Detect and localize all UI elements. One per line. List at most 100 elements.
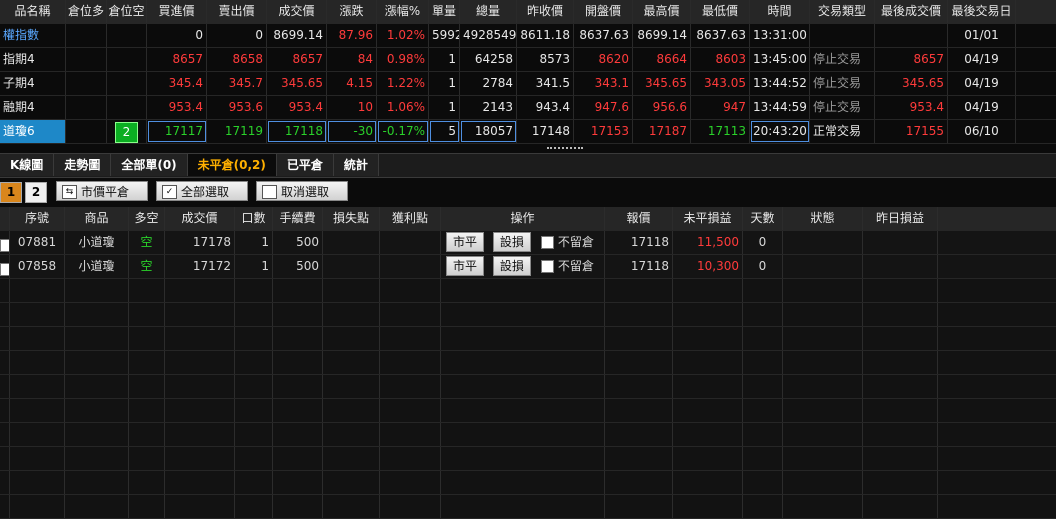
col-header-status[interactable]: 狀態 bbox=[783, 207, 863, 230]
empty-cell bbox=[605, 399, 673, 422]
quote-low: 343.05 bbox=[691, 72, 750, 95]
quote-row[interactable]: 子期4 345.4 345.7 345.65 4.15 1.22% 1 2784… bbox=[0, 72, 1056, 96]
market-close-row-button[interactable]: 市平 bbox=[446, 256, 485, 276]
deselect-all-button[interactable]: 取消選取 bbox=[256, 181, 348, 201]
col-header-ask[interactable]: 賣出價 bbox=[207, 0, 267, 23]
col-header-quote[interactable]: 報價 bbox=[605, 207, 673, 230]
col-header-vol[interactable]: 單量 bbox=[429, 0, 460, 23]
quote-row-selected[interactable]: 道瓊6 2 17117 17119 17118 -30 -0.17% 5 180… bbox=[0, 120, 1056, 144]
quote-low: 947 bbox=[691, 96, 750, 119]
empty-cell bbox=[273, 351, 323, 374]
quote-ask[interactable]: 17119 bbox=[207, 120, 267, 143]
empty-cell bbox=[441, 447, 605, 470]
select-all-button[interactable]: ✓ 全部選取 bbox=[156, 181, 248, 201]
empty-cell bbox=[673, 447, 743, 470]
page-1-button[interactable]: 1 bbox=[0, 182, 22, 203]
quote-vol: 5992 bbox=[429, 24, 460, 47]
quote-bid[interactable]: 17117 bbox=[147, 120, 207, 143]
col-header-low[interactable]: 最低價 bbox=[691, 0, 750, 23]
quote-total: 64258 bbox=[460, 48, 517, 71]
col-header-lastdate[interactable]: 最後交易日 bbox=[948, 0, 1016, 23]
col-header-qty[interactable]: 口數 bbox=[235, 207, 273, 230]
col-header-prev[interactable]: 昨收價 bbox=[517, 0, 574, 23]
row-select-checkbox[interactable] bbox=[0, 262, 9, 276]
no-overnight-label: 不留倉 bbox=[557, 259, 594, 273]
set-stoploss-button[interactable]: 設損 bbox=[492, 256, 531, 276]
col-header-short[interactable]: 倉位空 bbox=[107, 0, 147, 23]
col-header-operation[interactable]: 操作 bbox=[441, 207, 605, 230]
col-header-pct[interactable]: 漲幅% bbox=[377, 0, 429, 23]
col-header-lastprice[interactable]: 最後成交價 bbox=[875, 0, 948, 23]
col-header-long[interactable]: 倉位多 bbox=[66, 0, 107, 23]
quote-name[interactable]: 指期4 bbox=[0, 48, 66, 71]
row-select-checkbox[interactable] bbox=[0, 238, 9, 252]
quote-row[interactable]: 融期4 953.4 953.6 953.4 10 1.06% 1 2143 94… bbox=[0, 96, 1056, 120]
position-row[interactable]: 07881 小道瓊 空 17178 1 500 市平 設損 不留倉 17118 1… bbox=[0, 231, 1056, 255]
col-header-time[interactable]: 時間 bbox=[750, 0, 810, 23]
tab-all-orders[interactable]: 全部單(0) bbox=[111, 154, 188, 176]
quote-row[interactable]: 權指數 0 0 8699.14 87.96 1.02% 5992 4928549… bbox=[0, 24, 1056, 48]
quote-name[interactable]: 子期4 bbox=[0, 72, 66, 95]
col-header-id[interactable]: 序號 bbox=[10, 207, 65, 230]
col-header-fee[interactable]: 手續費 bbox=[273, 207, 323, 230]
quote-header-row: 品名稱 倉位多 倉位空 買進價 賣出價 成交價 漲跌 漲幅% 單量 總量 昨收價… bbox=[0, 0, 1056, 24]
quote-long bbox=[66, 72, 107, 95]
quote-high: 345.65 bbox=[633, 72, 691, 95]
empty-cell bbox=[673, 303, 743, 326]
empty-cell bbox=[783, 399, 863, 422]
col-header-name[interactable]: 品名稱 bbox=[0, 0, 66, 23]
quote-name[interactable]: 權指數 bbox=[0, 24, 66, 47]
empty-cell bbox=[10, 471, 65, 494]
positions-grid: 序號 商品 多空 成交價 口數 手續費 損失點 獲利點 操作 報價 未平損益 天… bbox=[0, 207, 1056, 519]
quote-name[interactable]: 融期4 bbox=[0, 96, 66, 119]
quote-lastprice: 8657 bbox=[875, 48, 948, 71]
empty-cell bbox=[323, 375, 380, 398]
tab-closed-positions[interactable]: 已平倉 bbox=[276, 154, 334, 176]
col-header-takeprofit[interactable]: 獲利點 bbox=[380, 207, 441, 230]
col-header-type[interactable]: 交易類型 bbox=[810, 0, 875, 23]
position-quote: 17118 bbox=[605, 255, 673, 278]
set-stoploss-button[interactable]: 設損 bbox=[492, 232, 531, 252]
empty-cell bbox=[605, 423, 673, 446]
quote-name[interactable]: 道瓊6 bbox=[0, 120, 66, 143]
quote-row[interactable]: 指期4 8657 8658 8657 84 0.98% 1 64258 8573… bbox=[0, 48, 1056, 72]
page-2-button[interactable]: 2 bbox=[25, 182, 47, 203]
row-filler bbox=[938, 231, 1056, 254]
quote-prev: 8611.18 bbox=[517, 24, 574, 47]
market-close-button[interactable]: ⇆ 市價平倉 bbox=[56, 181, 148, 201]
tab-kline[interactable]: K線圖 bbox=[0, 154, 55, 176]
quote-open: 8637.63 bbox=[574, 24, 633, 47]
col-header-high[interactable]: 最高價 bbox=[633, 0, 691, 23]
col-header-bid[interactable]: 買進價 bbox=[147, 0, 207, 23]
tab-statistics[interactable]: 統計 bbox=[333, 154, 379, 176]
tab-trend[interactable]: 走勢圖 bbox=[54, 154, 112, 176]
empty-cell bbox=[129, 399, 165, 422]
empty-cell bbox=[323, 303, 380, 326]
quote-ask: 0 bbox=[207, 24, 267, 47]
no-overnight-checkbox[interactable] bbox=[540, 236, 554, 249]
position-status bbox=[783, 255, 863, 278]
col-header-change[interactable]: 漲跌 bbox=[327, 0, 377, 23]
quote-short-position-badge[interactable]: 2 bbox=[115, 122, 138, 143]
col-header-side[interactable]: 多空 bbox=[129, 207, 165, 230]
col-header-last[interactable]: 成交價 bbox=[267, 0, 327, 23]
position-row[interactable]: 07858 小道瓊 空 17172 1 500 市平 設損 不留倉 17118 1… bbox=[0, 255, 1056, 279]
empty-cell bbox=[235, 375, 273, 398]
col-header-open[interactable]: 開盤價 bbox=[574, 0, 633, 23]
col-header-days[interactable]: 天數 bbox=[743, 207, 783, 230]
col-header-unrealized-pnl[interactable]: 未平損益 bbox=[673, 207, 743, 230]
col-header-price[interactable]: 成交價 bbox=[165, 207, 235, 230]
col-header-stoploss[interactable]: 損失點 bbox=[323, 207, 380, 230]
col-header-total[interactable]: 總量 bbox=[460, 0, 517, 23]
empty-cell bbox=[863, 447, 938, 470]
quote-pct: 1.22% bbox=[377, 72, 429, 95]
tab-open-positions[interactable]: 未平倉(0,2) bbox=[187, 154, 277, 176]
quote-long bbox=[66, 96, 107, 119]
empty-cell bbox=[10, 495, 65, 518]
col-header-prev-pnl[interactable]: 昨日損益 bbox=[863, 207, 938, 230]
no-overnight-checkbox[interactable] bbox=[540, 260, 554, 273]
empty-cell bbox=[235, 423, 273, 446]
col-header-product[interactable]: 商品 bbox=[65, 207, 129, 230]
empty-cell bbox=[743, 375, 783, 398]
market-close-row-button[interactable]: 市平 bbox=[446, 232, 485, 252]
